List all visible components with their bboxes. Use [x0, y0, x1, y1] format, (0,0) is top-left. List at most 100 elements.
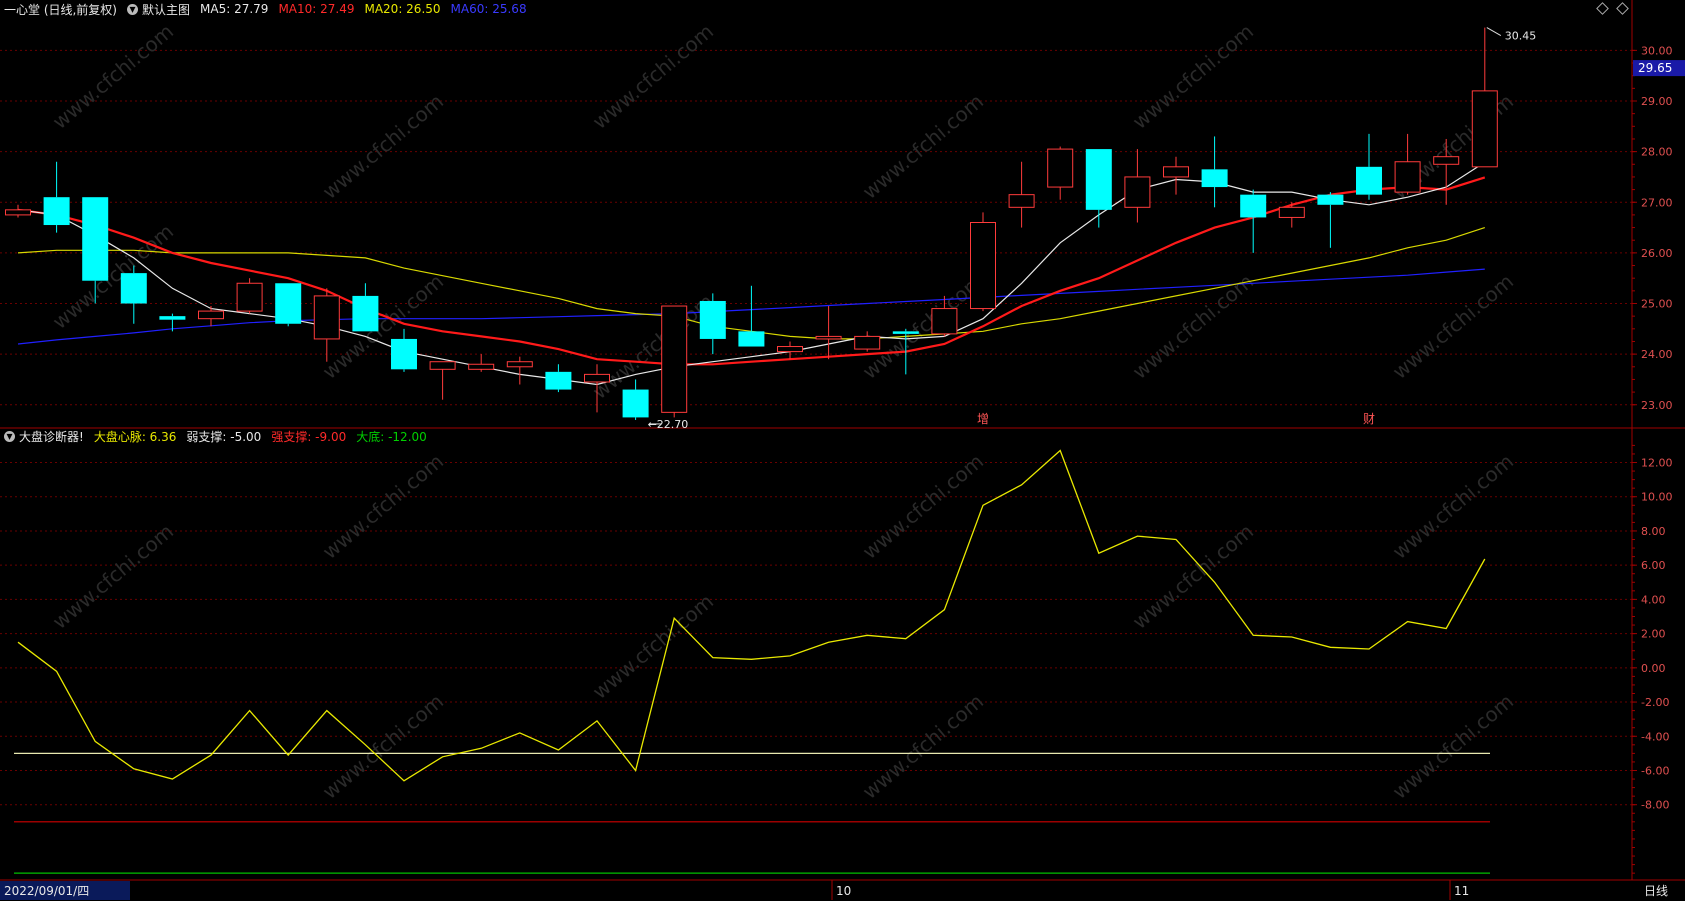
- indicator-tick-label: -4.00: [1641, 730, 1669, 743]
- security-title[interactable]: 一心堂 (日线,前复权): [4, 1, 117, 18]
- date-axis: 2022/09/01/四 10 11 日线: [0, 880, 1668, 900]
- event-marker: 财: [1363, 412, 1375, 426]
- candle[interactable]: [545, 364, 572, 393]
- candle-body-down: [82, 197, 109, 281]
- candle-body-up: [931, 308, 958, 335]
- candle[interactable]: [1008, 161, 1035, 228]
- candle[interactable]: [352, 283, 379, 332]
- watermark-text: www.cfchi.com: [318, 449, 448, 564]
- indicator-axis: -8.00 -6.00 -4.00 -2.00 0.00 2.00 4.00 6.00 8.00…: [1632, 444, 1673, 874]
- high-pointer: [1486, 27, 1502, 37]
- ma20-label: MA20: 26.50: [364, 2, 441, 16]
- candle[interactable]: [43, 161, 70, 233]
- candle-body-down: [892, 331, 919, 334]
- candle[interactable]: [506, 356, 533, 385]
- indicator-toggle-icon[interactable]: ▾: [4, 430, 15, 442]
- candle[interactable]: [1471, 27, 1498, 168]
- candle[interactable]: [391, 328, 417, 372]
- watermark-text: www.cfchi.com: [48, 219, 178, 334]
- candle-body-up: [236, 282, 263, 312]
- candle[interactable]: [1124, 149, 1151, 223]
- candle-body-up: [1047, 148, 1074, 188]
- candle-body-up: [506, 361, 533, 368]
- candle[interactable]: [1240, 189, 1267, 253]
- candle-body-down: [622, 389, 649, 418]
- chart-stage: www.cfchi.com www.cfchi.com www.cfchi.com w…: [0, 0, 1685, 900]
- candle[interactable]: [236, 278, 263, 314]
- candle[interactable]: [1047, 146, 1074, 200]
- watermark-text: www.cfchi.com: [588, 19, 718, 134]
- ma10-label: MA10: 27.49: [278, 2, 355, 16]
- pulse-label: 大盘心脉: 6.36: [93, 429, 177, 444]
- indicator-tick-label: -6.00: [1641, 764, 1669, 777]
- indicator-tick-label: 8.00: [1641, 525, 1666, 538]
- candle-body-down: [738, 331, 765, 347]
- indicator-lines[interactable]: [14, 449, 1490, 874]
- candle[interactable]: [970, 212, 996, 312]
- bottom-label: 大底: -12.00: [356, 429, 427, 444]
- candle-body-up: [1124, 176, 1151, 208]
- watermark-text: www.cfchi.com: [48, 19, 178, 134]
- candle-body-down: [352, 295, 379, 332]
- candle[interactable]: [1317, 192, 1344, 248]
- candle[interactable]: [815, 306, 842, 360]
- candle[interactable]: [1394, 133, 1421, 195]
- candle[interactable]: [699, 293, 726, 355]
- candle[interactable]: [1201, 136, 1228, 208]
- candle[interactable]: [5, 204, 31, 218]
- candle-body-up: [468, 363, 495, 370]
- candle[interactable]: [468, 354, 495, 372]
- event-marker: 增: [977, 412, 989, 426]
- watermark-text: www.cfchi.com: [588, 589, 718, 704]
- candle-body-down: [120, 273, 147, 304]
- candle-body-down: [1356, 166, 1382, 195]
- candle[interactable]: [275, 283, 302, 327]
- candle-body-down: [391, 338, 417, 370]
- strong-support-label: 强支撑: -9.00: [271, 429, 347, 444]
- candle-body-up: [584, 373, 610, 383]
- candle-body-down: [545, 371, 572, 390]
- date-label: 2022/09/01/四: [4, 884, 89, 898]
- price-tick-label: 27.00: [1641, 196, 1673, 209]
- candle[interactable]: [1085, 149, 1112, 228]
- candle[interactable]: [661, 305, 688, 418]
- candle-body-up: [1278, 206, 1305, 218]
- candle-body-up: [777, 346, 803, 353]
- overlay-toggle-icon[interactable]: ▾: [127, 3, 138, 15]
- overlay-label[interactable]: 默认主图: [142, 1, 190, 18]
- candle-body-up: [854, 335, 881, 350]
- candle[interactable]: [429, 361, 456, 400]
- indicator-tick-label: -2.00: [1641, 696, 1669, 709]
- candle[interactable]: [854, 331, 881, 352]
- candle[interactable]: [738, 285, 765, 347]
- candle-body-up: [1163, 166, 1189, 178]
- indicator-name[interactable]: 大盘诊断器!: [19, 428, 84, 445]
- candle[interactable]: [1163, 156, 1189, 195]
- candle[interactable]: [198, 306, 224, 327]
- weak-support-label: 弱支撑: -5.00: [186, 429, 262, 444]
- candle[interactable]: [1356, 133, 1382, 200]
- candle-body-up: [1471, 90, 1498, 168]
- watermark-text: www.cfchi.com: [48, 519, 178, 634]
- indicator-tick-label: 10.00: [1641, 491, 1673, 504]
- watermark-text: www.cfchi.com: [318, 689, 448, 804]
- watermark-text: www.cfchi.com: [1388, 449, 1518, 564]
- candle[interactable]: [777, 341, 803, 360]
- candle[interactable]: [622, 379, 649, 420]
- candle-body-down: [159, 316, 186, 320]
- indicator-tick-label: 6.00: [1641, 559, 1666, 572]
- ma5-label: MA5: 27.79: [200, 2, 269, 16]
- candle-body-up: [970, 222, 996, 310]
- candle[interactable]: [1278, 202, 1305, 228]
- candle-body-up: [661, 305, 688, 413]
- price-tick-label: 23.00: [1641, 399, 1673, 412]
- candle-body-down: [699, 300, 726, 339]
- price-axis: 23.00 24.00 25.00 26.00 27.00 28.00 29.00 30.00: [1632, 44, 1673, 412]
- candle[interactable]: [120, 265, 147, 324]
- period-label: 日线: [1644, 884, 1668, 898]
- watermark-text: www.cfchi.com: [858, 689, 988, 804]
- candle-body-up: [5, 209, 31, 216]
- candle-body-up: [1394, 161, 1421, 193]
- candle-body-up: [313, 295, 340, 340]
- month-label-oct: 10: [836, 884, 851, 898]
